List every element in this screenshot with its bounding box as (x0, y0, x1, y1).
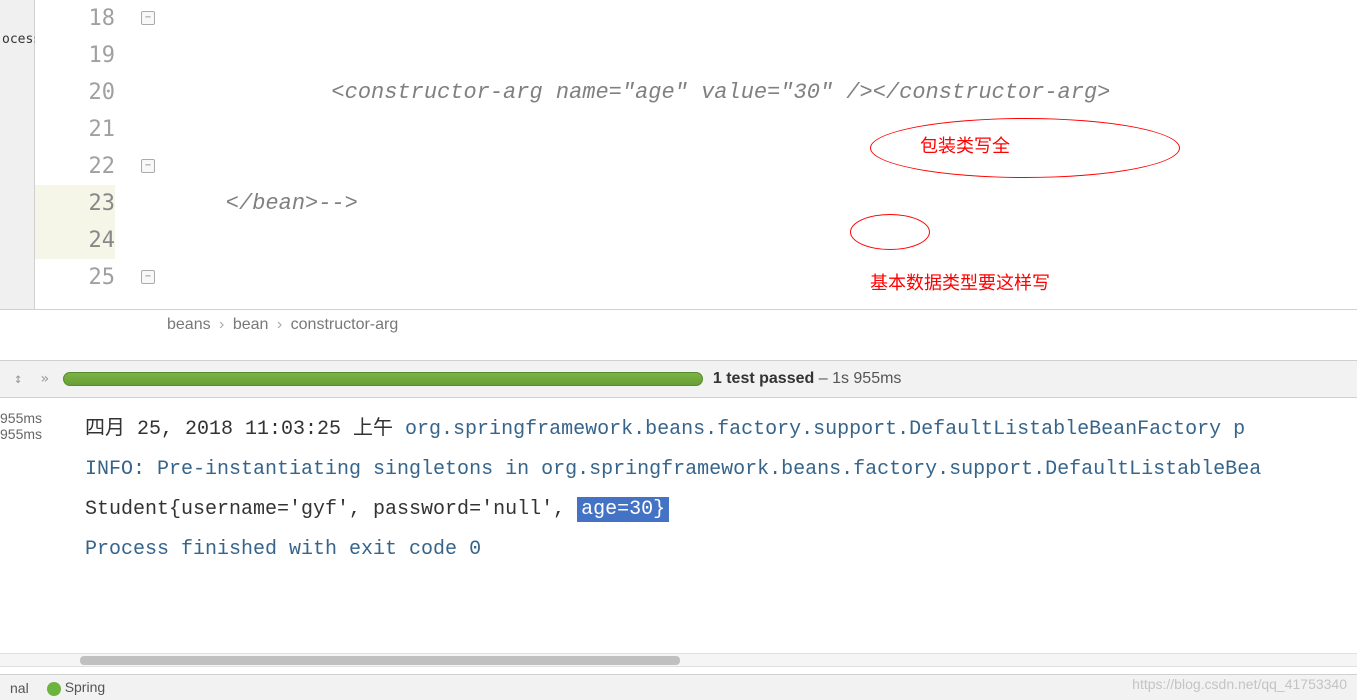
line-gutter: 18 19 20 21 22 23 24 25 (35, 0, 135, 309)
fold-column: − − − (135, 0, 165, 309)
nav-expand-icon[interactable]: » (36, 369, 52, 389)
line-number: 21 (35, 111, 115, 148)
side-timing: 955ms 955ms (0, 410, 42, 442)
horizontal-scrollbar[interactable] (0, 653, 1357, 667)
terminal-tab[interactable]: nal (10, 680, 29, 696)
fold-toggle-icon[interactable]: − (141, 11, 155, 25)
test-status: 1 test passed – 1s 955ms (713, 370, 902, 388)
progress-bar (63, 372, 703, 386)
spring-tab[interactable]: Spring (47, 679, 105, 695)
chevron-right-icon: › (277, 316, 282, 333)
code-text (165, 296, 1357, 309)
highlighted-text: age=30} (577, 497, 669, 522)
code-text: <constructor-arg name="age" value="30" /… (173, 80, 1110, 105)
test-results-bar: ↕ » 1 test passed – 1s 955ms (0, 360, 1357, 398)
line-number: 19 (35, 37, 115, 74)
annotation-ellipse (850, 214, 930, 250)
code-text: </bean>--> (173, 191, 358, 216)
breadcrumb-item[interactable]: constructor-arg (291, 316, 399, 333)
panel-label: ocess (0, 30, 34, 49)
line-number: 20 (35, 74, 115, 111)
tool-panel: ocess (0, 0, 35, 309)
watermark: https://blog.csdn.net/qq_41753340 (1132, 676, 1347, 692)
console-line: 四月 25, 2018 11:03:25 上午 org.springframew… (85, 410, 1337, 450)
code-content[interactable]: <constructor-arg name="age" value="30" /… (165, 0, 1357, 309)
line-number: 23 (35, 185, 115, 222)
breadcrumb-item[interactable]: bean (233, 316, 269, 333)
nav-prev-icon[interactable]: ↕ (10, 369, 26, 389)
breadcrumb[interactable]: beans › bean › constructor-arg (0, 310, 1357, 340)
chevron-right-icon: › (219, 316, 224, 333)
console-line: Process finished with exit code 0 (85, 530, 1337, 570)
annotation-text: 包装类写全 (920, 132, 1010, 158)
console-line: Student{username='gyf', password='null',… (85, 490, 1337, 530)
console-line: INFO: Pre-instantiating singletons in or… (85, 450, 1337, 490)
annotation-text: 基本数据类型要这样写 (870, 269, 1050, 295)
fold-toggle-icon[interactable]: − (141, 159, 155, 173)
annotation-ellipse (870, 118, 1180, 178)
line-number: 25 (35, 259, 115, 296)
line-number: 24 (35, 222, 115, 259)
scroll-thumb[interactable] (80, 656, 680, 665)
breadcrumb-item[interactable]: beans (167, 316, 211, 333)
console-output[interactable]: 四月 25, 2018 11:03:25 上午 org.springframew… (0, 398, 1357, 653)
line-number: 18 (35, 0, 115, 37)
line-number: 22 (35, 148, 115, 185)
spring-icon (47, 682, 61, 696)
fold-toggle-icon[interactable]: − (141, 270, 155, 284)
